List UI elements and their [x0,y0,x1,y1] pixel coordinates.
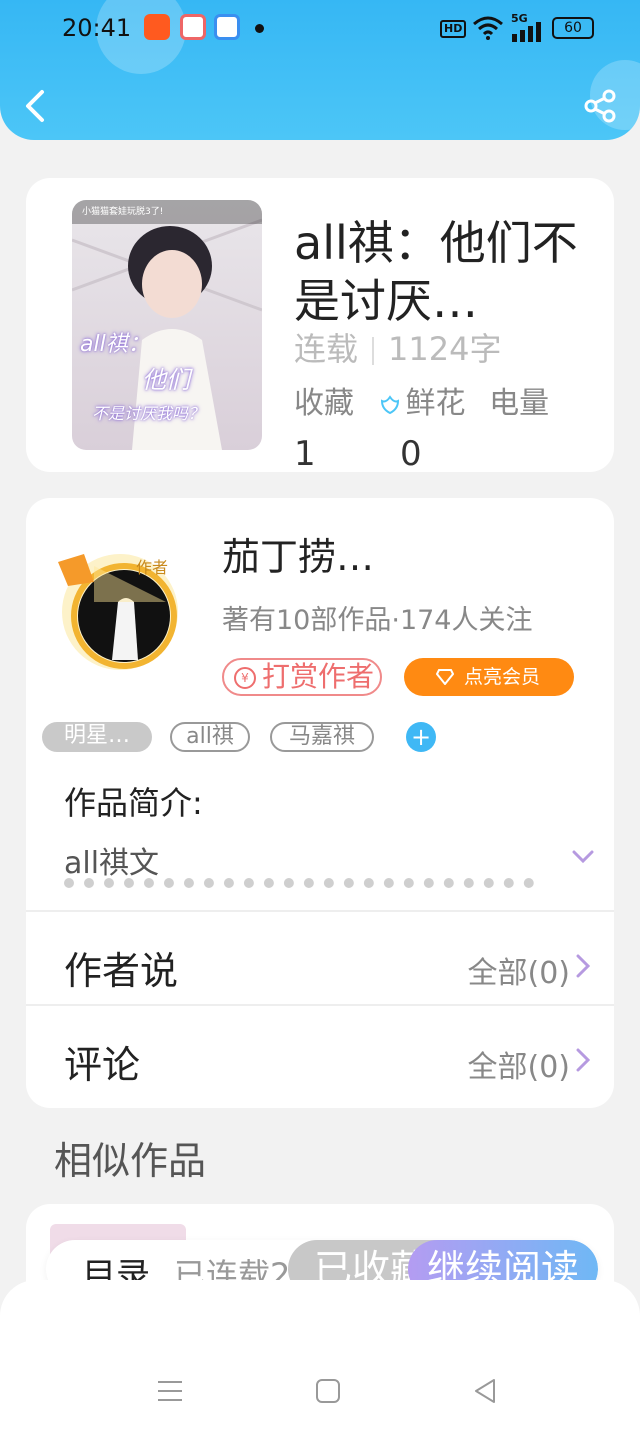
author-meta: 著有10部作品·174人关注 [222,605,533,636]
battery-indicator: 60 [552,17,594,39]
browser-app-icon [214,14,240,40]
cover-overlay-line2: 他们 [142,366,190,394]
wifi-icon [473,16,503,40]
author-says-label[interactable]: 作者说 [64,940,178,995]
divider [26,1004,614,1006]
stats-value-row: 10 [294,434,506,472]
book-status-row: 连载 1124字 [294,324,501,370]
stat-value-collect: 1 [294,434,316,472]
tip-author-label: 打赏作者 [262,660,375,693]
stat-value-flower: 0 [400,434,422,472]
status-bar: 20:41 HD 5G 60 [0,0,640,60]
stat-label-power: 电量 [489,386,550,421]
author-name[interactable]: 茄丁捞… [222,526,374,581]
photo-app-icon [180,14,206,40]
chevron-right-icon[interactable] [576,1048,590,1072]
diamond-icon [436,669,454,685]
book-info-card: 小猫猫套娃玩脱3了! all祺： 他们 不是讨厌我吗？ all祺：他们不是讨厌…… [26,178,614,472]
comments-link[interactable]: 全部(0) [468,1042,571,1086]
book-cover-image[interactable]: 小猫猫套娃玩脱3了! all祺： 他们 不是讨厌我吗？ [72,200,262,450]
word-count: 1124字 [388,330,502,368]
add-tag-button[interactable]: + [406,722,436,752]
vip-label: 点亮会员 [464,666,541,688]
book-title: all祺：他们不是讨厌… [294,216,578,328]
chevron-down-icon[interactable] [572,850,594,864]
stat-label-flower: 鲜花 [405,386,466,421]
status-separator [372,337,375,365]
serial-status: 连载 [294,330,359,368]
menu-icon[interactable] [155,1376,185,1406]
similar-works-title: 相似作品 [54,1139,207,1183]
header: 20:41 HD 5G 60 [0,0,640,140]
status-time: 20:41 [62,14,132,42]
yen-icon: ¥ [234,667,256,689]
nav-back-icon[interactable] [470,1376,500,1406]
intro-text-overflow [64,878,534,890]
author-badge: 作者 [136,558,169,577]
tip-author-button[interactable]: ¥ 打赏作者 [222,658,382,696]
chevron-right-icon[interactable] [576,954,590,978]
home-square-icon[interactable] [313,1376,343,1406]
stats-label-row: 收藏 鲜花 电量 [294,378,563,422]
cover-overlay-line1: all祺： [80,332,150,357]
back-arrow-icon[interactable] [20,86,54,126]
author-says-link[interactable]: 全部(0) [468,948,571,992]
cover-top-text: 小猫猫套娃玩脱3了! [82,207,164,217]
flower-icon [380,394,399,414]
vip-button[interactable]: 点亮会员 [404,658,574,696]
tag-item[interactable]: all祺 [170,722,250,752]
author-card: 作者 茄丁捞… 著有10部作品·174人关注 ¥ 打赏作者 点亮会员 明星… a… [26,498,614,1108]
tag-item[interactable]: 明星… [42,722,152,752]
stat-label-collect: 收藏 [294,386,354,421]
cover-overlay-line3: 不是讨厌我吗？ [92,404,205,423]
tag-item[interactable]: 马嘉祺 [270,722,374,752]
notification-dot [255,24,264,33]
share-icon[interactable] [582,88,618,124]
signal-bars-icon [512,22,541,42]
system-nav-bar [0,1280,640,1433]
taobao-app-icon [144,14,170,40]
intro-title: 作品简介: [64,784,203,822]
divider [26,910,614,912]
hd-badge: HD [440,20,467,38]
comments-label[interactable]: 评论 [64,1034,140,1089]
